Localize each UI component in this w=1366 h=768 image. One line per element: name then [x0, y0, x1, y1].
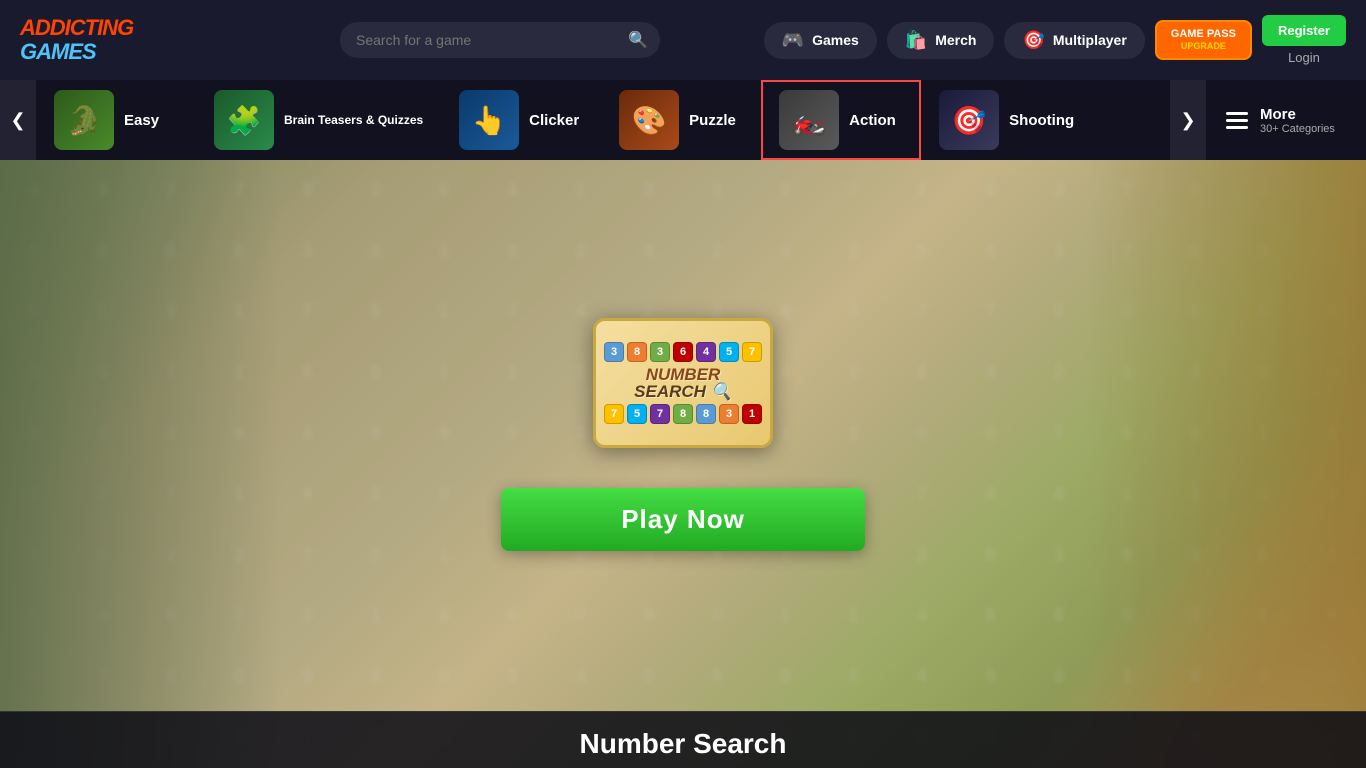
shooting-thumb: 🎯: [939, 90, 999, 150]
brain-label: Brain Teasers & Quizzes: [284, 113, 423, 127]
games-icon: 🎮: [782, 30, 804, 51]
tile-7b: 7: [604, 404, 624, 424]
play-now-button[interactable]: Play Now: [501, 488, 865, 551]
category-item-action[interactable]: 🏍️ Action: [761, 80, 921, 160]
multiplayer-icon: 🎯: [1022, 30, 1044, 51]
tile-3a: 3: [604, 342, 624, 362]
nav-links: 🎮 Games 🛍️ Merch 🎯 Multiplayer GAME PASS…: [764, 15, 1346, 65]
hero-game-title: Number Search: [0, 728, 1366, 760]
game-logo: 3 8 3 6 4 5 7 NUMBER SEARCH 🔍 7 5 7 8 8 …: [593, 318, 773, 448]
hero-game-title-bar: Number Search: [0, 711, 1366, 768]
puzzle-label: Puzzle: [689, 112, 736, 129]
game-title-logo: NUMBER SEARCH 🔍: [634, 366, 732, 400]
category-next-arrow[interactable]: ❯: [1170, 80, 1206, 160]
site-logo[interactable]: ADDICTING GAMES: [20, 16, 220, 64]
category-item-puzzle[interactable]: 🎨 Puzzle: [601, 80, 761, 160]
more-categories-button[interactable]: More 30+ Categories: [1206, 80, 1366, 160]
tile-8b: 8: [673, 404, 693, 424]
category-bar: ❮ 🐊 Easy 🧩 Brain Teasers & Quizzes 👆 Cli…: [0, 80, 1366, 160]
action-label: Action: [849, 112, 896, 129]
game-pass-label: GAME PASS: [1171, 28, 1236, 40]
tile-8a: 8: [627, 342, 647, 362]
merch-nav-button[interactable]: 🛍️ Merch: [887, 22, 995, 59]
tile-8c: 8: [696, 404, 716, 424]
tile-7c: 7: [650, 404, 670, 424]
search-button[interactable]: 🔍: [628, 30, 648, 50]
tile-5a: 5: [719, 342, 739, 362]
search-input[interactable]: [340, 22, 660, 58]
category-prev-arrow[interactable]: ❮: [0, 80, 36, 160]
tile-1: 1: [742, 404, 762, 424]
tiles-top-row: 3 8 3 6 4 5 7: [604, 342, 762, 362]
category-item-clicker[interactable]: 👆 Clicker: [441, 80, 601, 160]
brain-thumb: 🧩: [214, 90, 274, 150]
hero-content: 3 8 3 6 4 5 7 NUMBER SEARCH 🔍 7 5 7 8 8 …: [501, 318, 865, 551]
tile-6: 6: [673, 342, 693, 362]
game-pass-button[interactable]: GAME PASS UPGRADE: [1155, 20, 1252, 60]
tile-5b: 5: [627, 404, 647, 424]
games-nav-button[interactable]: 🎮 Games: [764, 22, 877, 59]
hamburger-icon: [1226, 112, 1248, 129]
register-button[interactable]: Register: [1262, 15, 1346, 46]
category-item-shooting[interactable]: 🎯 Shooting: [921, 80, 1092, 160]
merch-icon: 🛍️: [905, 30, 927, 51]
tile-4: 4: [696, 342, 716, 362]
games-label: Games: [812, 32, 859, 48]
more-text: More 30+ Categories: [1260, 106, 1335, 135]
category-item-easy[interactable]: 🐊 Easy: [36, 80, 196, 160]
multiplayer-label: Multiplayer: [1053, 32, 1127, 48]
hero-section: 4977036413327293707908683919292409437834…: [0, 160, 1366, 768]
shooting-label: Shooting: [1009, 112, 1074, 129]
tile-7a: 7: [742, 342, 762, 362]
more-sub-label: 30+ Categories: [1260, 123, 1335, 135]
search-bar: 🔍: [340, 22, 660, 58]
more-label: More: [1260, 106, 1335, 123]
tile-3b: 3: [650, 342, 670, 362]
easy-thumb: 🐊: [54, 90, 114, 150]
login-button[interactable]: Login: [1262, 50, 1346, 65]
upgrade-label: UPGRADE: [1171, 41, 1236, 52]
header: ADDICTING GAMES 🔍 🎮 Games 🛍️ Merch 🎯 Mul…: [0, 0, 1366, 80]
category-items: 🐊 Easy 🧩 Brain Teasers & Quizzes 👆 Click…: [36, 80, 1170, 160]
clicker-thumb: 👆: [459, 90, 519, 150]
action-thumb: 🏍️: [779, 90, 839, 150]
clicker-label: Clicker: [529, 112, 579, 129]
multiplayer-nav-button[interactable]: 🎯 Multiplayer: [1004, 22, 1144, 59]
tile-3c: 3: [719, 404, 739, 424]
merch-label: Merch: [935, 32, 976, 48]
easy-label: Easy: [124, 112, 159, 129]
category-item-brain[interactable]: 🧩 Brain Teasers & Quizzes: [196, 80, 441, 160]
tiles-bottom-row: 7 5 7 8 8 3 1: [604, 404, 762, 424]
puzzle-thumb: 🎨: [619, 90, 679, 150]
